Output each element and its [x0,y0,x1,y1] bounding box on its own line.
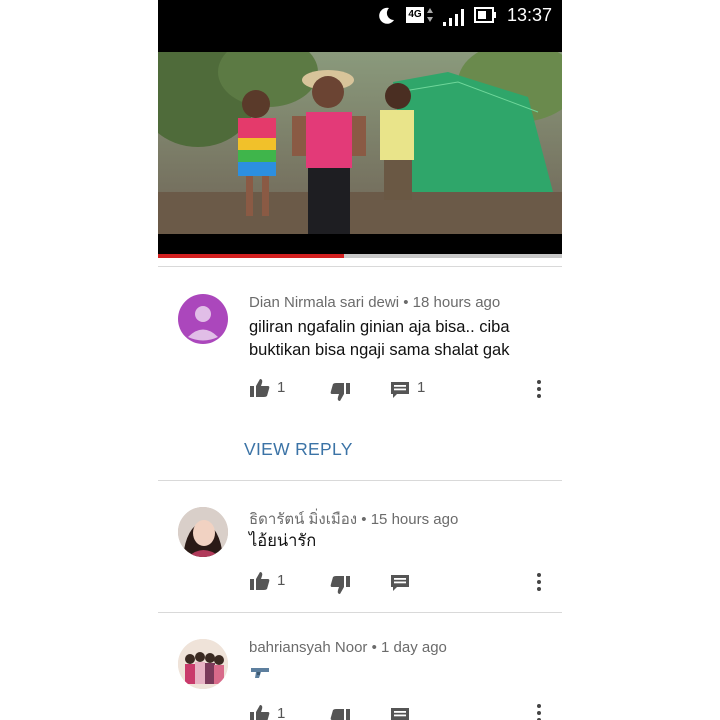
more-options-icon[interactable] [535,572,543,592]
night-mode-moon-icon [379,7,394,24]
network-type-badge: 4G [406,7,424,23]
data-arrows-icon [427,8,433,22]
divider [158,266,562,267]
default-avatar[interactable] [178,294,228,344]
status-bar: 4G 13:37 [158,0,562,32]
comment-author[interactable]: Dian Nirmala sari dewi [249,294,399,311]
more-options-icon[interactable] [535,703,543,720]
meta-separator: • [371,639,377,656]
like-icon[interactable] [249,377,271,399]
comment-time: 1 day ago [381,639,447,656]
user-photo-avatar[interactable] [178,507,228,557]
comment-text: ไอ้ยน่ารัก [249,532,317,550]
signal-strength-icon [443,9,464,26]
meta-separator: • [403,294,409,311]
comment-author[interactable]: bahriansyah Noor [249,639,367,656]
like-icon[interactable] [249,703,271,720]
dislike-icon[interactable] [329,574,351,596]
meta-separator: • [361,511,367,528]
video-progress-bar[interactable] [158,254,562,258]
battery-icon [474,7,496,23]
comment-actions: 1 1 [249,377,549,401]
comment-meta: ธิดารัตน์ มิ่งเมือง • 15 hours ago [249,507,458,531]
divider [158,612,562,613]
video-progress-fill [158,254,344,258]
video-player[interactable] [158,32,562,254]
selfie-photo [178,507,228,557]
reply-comment-icon[interactable] [389,572,411,594]
group-photo [178,639,228,689]
like-count: 1 [277,379,286,396]
dislike-icon[interactable] [329,707,351,720]
group-photo-avatar[interactable] [178,639,228,689]
pistol-emoji-icon [251,668,269,678]
person-icon [188,306,218,341]
more-options-icon[interactable] [535,379,543,399]
comment-time: 18 hours ago [412,294,501,311]
comment-text: giliran ngafalin ginian aja bisa.. ciba … [249,318,510,359]
clock: 13:37 [507,5,553,25]
comment-meta: bahriansyah Noor • 1 day ago [249,639,447,656]
reply-comment-icon[interactable] [389,379,411,401]
comment-actions: 1 [249,703,549,720]
reply-comment-icon[interactable] [389,705,411,720]
comment-meta: Dian Nirmala sari dewi • 18 hours ago [249,294,500,311]
view-reply-button[interactable]: VIEW REPLY [244,439,353,460]
phone-screen: 4G 13:37 Dian Nirmala sari dewi • 18 hou… [158,0,562,720]
reply-count: 1 [417,379,426,396]
comment-time: 15 hours ago [370,511,459,528]
like-icon[interactable] [249,570,271,592]
video-frame [158,52,562,234]
divider [158,480,562,481]
like-count: 1 [277,705,286,720]
comment-author[interactable]: ธิดารัตน์ มิ่งเมือง [249,511,357,528]
dislike-icon[interactable] [329,381,351,403]
like-count: 1 [277,572,286,589]
comment-actions: 1 [249,570,549,594]
